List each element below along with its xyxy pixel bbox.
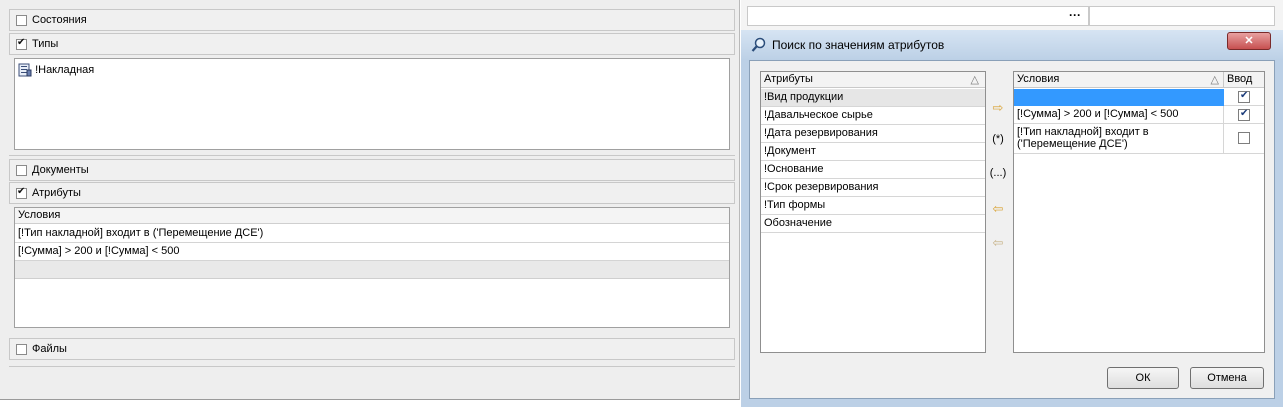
- divider: [9, 366, 735, 370]
- list-item[interactable]: !Давальческое сырье: [761, 107, 985, 125]
- input-header[interactable]: Ввод: [1224, 72, 1264, 88]
- magnifier-icon: [751, 37, 767, 53]
- section-files[interactable]: Файлы: [9, 338, 735, 360]
- table-row[interactable]: [!Сумма] > 200 и [!Сумма] < 500: [1014, 106, 1224, 124]
- list-item[interactable]: !Тип формы: [761, 197, 985, 215]
- input-cell[interactable]: [1224, 106, 1264, 124]
- section-states-label: Состояния: [32, 14, 87, 26]
- list-item[interactable]: !Дата резервирования: [761, 125, 985, 143]
- input-cell[interactable]: [1224, 124, 1264, 154]
- table-row[interactable]: [!Сумма] > 200 и [!Сумма] < 500: [15, 243, 729, 261]
- table-row[interactable]: [!Тип накладной] входит в ('Перемещение …: [1014, 124, 1224, 154]
- section-attributes-label: Атрибуты: [32, 187, 81, 199]
- attributes-header[interactable]: Атрибуты △: [761, 72, 985, 88]
- files-checkbox[interactable]: [16, 344, 27, 355]
- ok-button[interactable]: ОК: [1107, 367, 1179, 389]
- input-checkbox[interactable]: [1238, 132, 1250, 144]
- ellipsis-condition-button[interactable]: (...): [988, 167, 1008, 185]
- section-documents-label: Документы: [32, 164, 89, 176]
- value-field-2[interactable]: [1089, 6, 1275, 26]
- value-field[interactable]: ···: [747, 6, 1089, 26]
- document-icon: [18, 63, 32, 77]
- attributes-checkbox[interactable]: [16, 186, 27, 199]
- top-strip: ···: [741, 0, 1283, 32]
- list-item[interactable]: !Накладная: [18, 63, 94, 77]
- conditions-header[interactable]: Условия △: [1014, 72, 1224, 88]
- section-types-label: Типы: [32, 38, 59, 50]
- types-item-label: !Накладная: [35, 64, 95, 76]
- arrow-right-icon: ⇨: [992, 100, 1004, 115]
- table-row-selected[interactable]: [1014, 89, 1224, 106]
- star-button-label: (*): [992, 133, 1004, 145]
- filter-panel: Состояния Типы !Накладная Документы Ат: [0, 0, 740, 400]
- dialog-title: Поиск по значениям атрибутов: [772, 38, 945, 52]
- double-arrow-left-icon: ⇦: [992, 235, 1004, 250]
- section-attributes[interactable]: Атрибуты: [9, 182, 735, 204]
- search-dialog: Поиск по значениям атрибутов ✕ Атрибуты …: [741, 30, 1283, 407]
- states-checkbox[interactable]: [16, 15, 27, 26]
- section-documents[interactable]: Документы: [9, 159, 735, 181]
- conditions-list[interactable]: Условия △ Ввод [!Сумма] > 200 и [!Сумма]…: [1013, 71, 1265, 353]
- types-checkbox[interactable]: [16, 37, 27, 50]
- attributes-list[interactable]: Атрибуты △ !Вид продукции !Давальческое …: [760, 71, 986, 353]
- dialog-titlebar[interactable]: Поиск по значениям атрибутов ✕: [741, 30, 1283, 60]
- list-item[interactable]: Обозначение: [761, 215, 985, 233]
- close-icon: ✕: [1244, 35, 1254, 47]
- list-item[interactable]: !Срок резервирования: [761, 179, 985, 197]
- list-item[interactable]: !Документ: [761, 143, 985, 161]
- sort-arrow-icon: △: [1210, 74, 1219, 86]
- divider: [9, 152, 735, 156]
- dialog-client: Атрибуты △ !Вид продукции !Давальческое …: [749, 60, 1275, 399]
- list-item[interactable]: !Вид продукции: [761, 89, 985, 107]
- remove-all-button[interactable]: ⇦: [988, 235, 1008, 253]
- section-types[interactable]: Типы: [9, 33, 735, 55]
- conditions-grid-header[interactable]: Условия: [15, 208, 729, 224]
- new-row[interactable]: [15, 261, 729, 279]
- cancel-button[interactable]: Отмена: [1190, 367, 1264, 389]
- conditions-header-label: Условия: [1017, 73, 1060, 85]
- remove-arrow-button[interactable]: ⇦: [988, 201, 1008, 219]
- close-button[interactable]: ✕: [1227, 32, 1271, 50]
- section-files-label: Файлы: [32, 343, 67, 355]
- section-states[interactable]: Состояния: [9, 9, 735, 31]
- list-item[interactable]: !Основание: [761, 161, 985, 179]
- types-list[interactable]: !Накладная: [14, 58, 730, 150]
- input-cell[interactable]: [1224, 89, 1264, 106]
- add-arrow-button[interactable]: ⇨: [988, 100, 1008, 118]
- sort-arrow-icon: △: [970, 74, 979, 86]
- star-button[interactable]: (*): [988, 133, 1008, 151]
- documents-checkbox[interactable]: [16, 165, 27, 176]
- table-row[interactable]: [!Тип накладной] входит в ('Перемещение …: [15, 225, 729, 243]
- input-checkbox[interactable]: [1238, 108, 1250, 121]
- arrow-left-icon: ⇦: [992, 201, 1004, 216]
- ellipsis-button[interactable]: ···: [1065, 8, 1085, 24]
- input-checkbox[interactable]: [1238, 90, 1250, 103]
- ellipsis-button-label: (...): [989, 167, 1007, 179]
- attributes-header-label: Атрибуты: [764, 73, 813, 85]
- conditions-grid[interactable]: Условия [!Тип накладной] входит в ('Пере…: [14, 207, 730, 328]
